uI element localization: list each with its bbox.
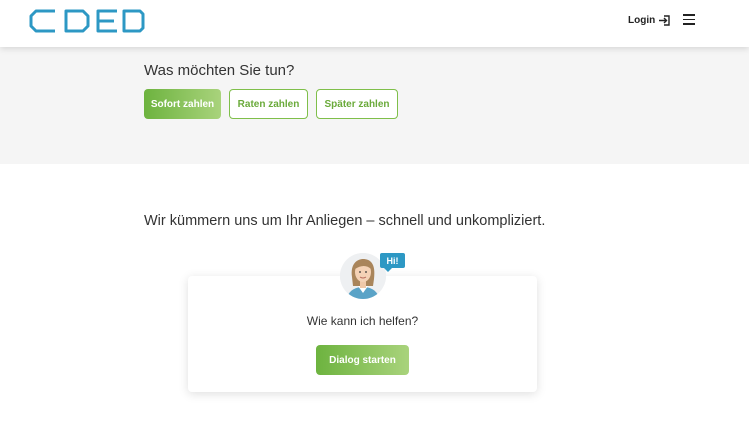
hamburger-menu-icon[interactable]: [683, 14, 695, 25]
login-arrow-icon: [659, 14, 670, 26]
hi-badge: Hi!: [380, 253, 405, 272]
top-header: Login: [0, 0, 749, 47]
login-label: Login: [628, 14, 656, 26]
pay-installments-button[interactable]: Raten zahlen: [229, 89, 308, 119]
pay-later-button[interactable]: Später zahlen: [316, 89, 398, 119]
pay-now-button[interactable]: Sofort zahlen: [144, 89, 221, 119]
service-tagline: Wir kümmern uns um Ihr Anliegen – schnel…: [144, 213, 546, 229]
login-link[interactable]: Login: [628, 13, 671, 27]
coeo-logo[interactable]: [29, 9, 145, 33]
start-dialog-button[interactable]: Dialog starten: [316, 345, 409, 375]
help-prompt: Wie kann ich helfen?: [306, 314, 419, 328]
payment-options-section: Was möchten Sie tun? Sofort zahlen Raten…: [0, 47, 749, 164]
section-question: Was möchten Sie tun?: [144, 62, 295, 79]
